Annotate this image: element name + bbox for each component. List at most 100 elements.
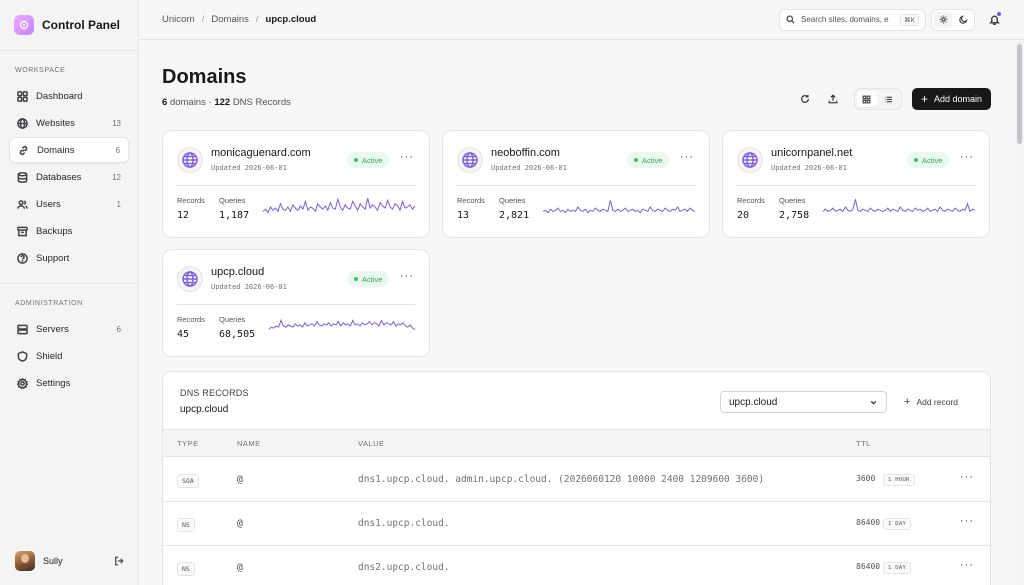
records-word: DNS Records — [232, 97, 291, 108]
column-header-ttl: TTL — [856, 439, 871, 448]
row-options-button[interactable]: ··· — [960, 471, 974, 483]
logout-icon[interactable] — [114, 556, 124, 566]
domains-count: 6 — [162, 97, 168, 108]
ttl-badge: 1 DAY — [883, 518, 912, 530]
more-options-button[interactable]: ··· — [960, 151, 974, 163]
list-view-button[interactable] — [879, 91, 899, 107]
status-badge: Active — [347, 152, 390, 168]
breadcrumb-item-domains[interactable]: Domains — [211, 14, 249, 25]
domain-updated: Updated 2026-06-01 — [771, 164, 847, 172]
user-menu[interactable]: Sully — [15, 551, 124, 571]
theme-toggle — [931, 8, 975, 31]
domain-select[interactable]: upcp.cloud — [720, 391, 887, 413]
domain-name[interactable]: upcp.cloud — [211, 266, 264, 278]
search-input[interactable] — [801, 15, 895, 24]
status-badge: Active — [347, 271, 390, 287]
sidebar-item-domains[interactable]: Domains 6 — [9, 137, 129, 163]
sidebar-item-websites[interactable]: Websites 13 — [9, 110, 129, 136]
page-scrollbar[interactable] — [1015, 40, 1024, 585]
queries-label: Queries — [499, 196, 526, 205]
status-badge: Active — [907, 152, 950, 168]
more-options-button[interactable]: ··· — [680, 151, 694, 163]
record-ttl: 86400 — [856, 562, 881, 571]
sidebar-item-servers[interactable]: Servers 6 — [9, 316, 129, 342]
queries-sparkline — [268, 319, 416, 330]
search-box[interactable]: ⌘K — [779, 8, 926, 31]
card-divider — [177, 304, 415, 305]
table-row[interactable]: NS @ dns1.upcp.cloud. 86400 1 DAY ··· — [163, 502, 990, 546]
status-dot — [354, 277, 358, 281]
more-options-button[interactable]: ··· — [400, 270, 414, 282]
brand[interactable]: Control Panel — [0, 0, 138, 50]
add-domain-label: Add domain — [933, 94, 982, 104]
table-row[interactable]: SOA @ dns1.upcp.cloud. admin.upcp.cloud.… — [163, 458, 990, 502]
grid-icon — [863, 95, 871, 103]
list-icon — [885, 96, 893, 102]
record-ttl: 3600 — [856, 474, 876, 483]
queries-value: 1,187 — [219, 210, 250, 221]
breadcrumb-item-unicorn[interactable]: Unicorn — [162, 14, 195, 25]
domain-name[interactable]: neoboffin.com — [491, 147, 560, 159]
sidebar-item-users[interactable]: Users 1 — [9, 191, 129, 217]
column-header-value: VALUE — [358, 439, 385, 448]
queries-sparkline — [262, 197, 416, 214]
table-row[interactable]: NS @ dns2.upcp.cloud. 86400 1 DAY ··· — [163, 546, 990, 585]
domain-updated: Updated 2026-06-01 — [211, 164, 287, 172]
gear-icon — [17, 377, 28, 389]
domain-card[interactable]: unicornpanel.net Updated 2026-06-01 Acti… — [722, 130, 990, 238]
dns-section-label: DNS RECORDS — [180, 388, 249, 398]
record-ttl: 86400 — [856, 518, 881, 527]
queries-label: Queries — [219, 315, 246, 324]
queries-sparkline — [542, 200, 696, 214]
status-dot — [354, 158, 358, 162]
search-shortcut: ⌘K — [900, 13, 919, 26]
sidebar-item-support[interactable]: Support — [9, 245, 129, 271]
status-text: Active — [362, 155, 383, 165]
notifications-button[interactable] — [987, 11, 1001, 27]
domain-card[interactable]: monicaguenard.com Updated 2026-06-01 Act… — [162, 130, 430, 238]
column-header-name: NAME — [237, 439, 261, 448]
row-options-button[interactable]: ··· — [960, 515, 974, 527]
records-label: Records — [177, 196, 205, 205]
domain-name[interactable]: unicornpanel.net — [771, 147, 852, 159]
breadcrumb: Unicorn / Domains / upcp.cloud — [162, 14, 779, 25]
sidebar-item-label: Dashboard — [36, 90, 83, 102]
main-content: Domains 6 domains · 122 DNS Records + Ad… — [139, 40, 1015, 585]
page-actions: + Add domain — [794, 88, 991, 110]
sidebar-item-shield[interactable]: Shield — [9, 343, 129, 369]
sparkline-path — [822, 199, 976, 213]
domain-card[interactable]: neoboffin.com Updated 2026-06-01 Active … — [442, 130, 710, 238]
export-button[interactable] — [822, 88, 844, 110]
sidebar-item-count: 6 — [115, 145, 120, 155]
add-domain-button[interactable]: + Add domain — [911, 88, 991, 110]
domains-word: domains — [169, 97, 206, 108]
sidebar-item-settings[interactable]: Settings — [9, 370, 129, 396]
page-title: Domains — [162, 66, 247, 88]
sidebar-item-label: Settings — [36, 377, 71, 389]
sidebar-item-dashboard[interactable]: Dashboard — [9, 83, 129, 109]
grid-view-button[interactable] — [856, 91, 877, 107]
more-options-button[interactable]: ··· — [400, 151, 414, 163]
domain-name[interactable]: monicaguenard.com — [211, 147, 311, 159]
record-type: NS — [177, 518, 195, 532]
record-name: @ — [237, 518, 243, 529]
logo-icon — [14, 15, 34, 35]
card-divider — [457, 185, 695, 186]
server-icon — [17, 324, 28, 334]
row-options-button[interactable]: ··· — [960, 559, 974, 571]
refresh-button[interactable] — [794, 88, 816, 110]
app-title: Control Panel — [42, 18, 121, 32]
sidebar-item-count: 1 — [116, 199, 121, 209]
scrollbar-thumb[interactable] — [1017, 44, 1022, 144]
sidebar-section-workspace: WORKSPACE — [15, 67, 66, 74]
domain-card[interactable]: upcp.cloud Updated 2026-06-01 Active ···… — [162, 249, 430, 357]
add-record-button[interactable]: + Add record — [904, 396, 958, 408]
sparkline-path — [268, 319, 416, 330]
dark-theme-button[interactable] — [954, 12, 972, 28]
sparkline-path — [262, 197, 416, 214]
users-icon — [17, 199, 28, 209]
light-theme-button[interactable] — [934, 11, 952, 28]
sidebar-item-databases[interactable]: Databases 12 — [9, 164, 129, 190]
subtitle-separator: · — [208, 97, 212, 108]
sidebar-item-backups[interactable]: Backups — [9, 218, 129, 244]
